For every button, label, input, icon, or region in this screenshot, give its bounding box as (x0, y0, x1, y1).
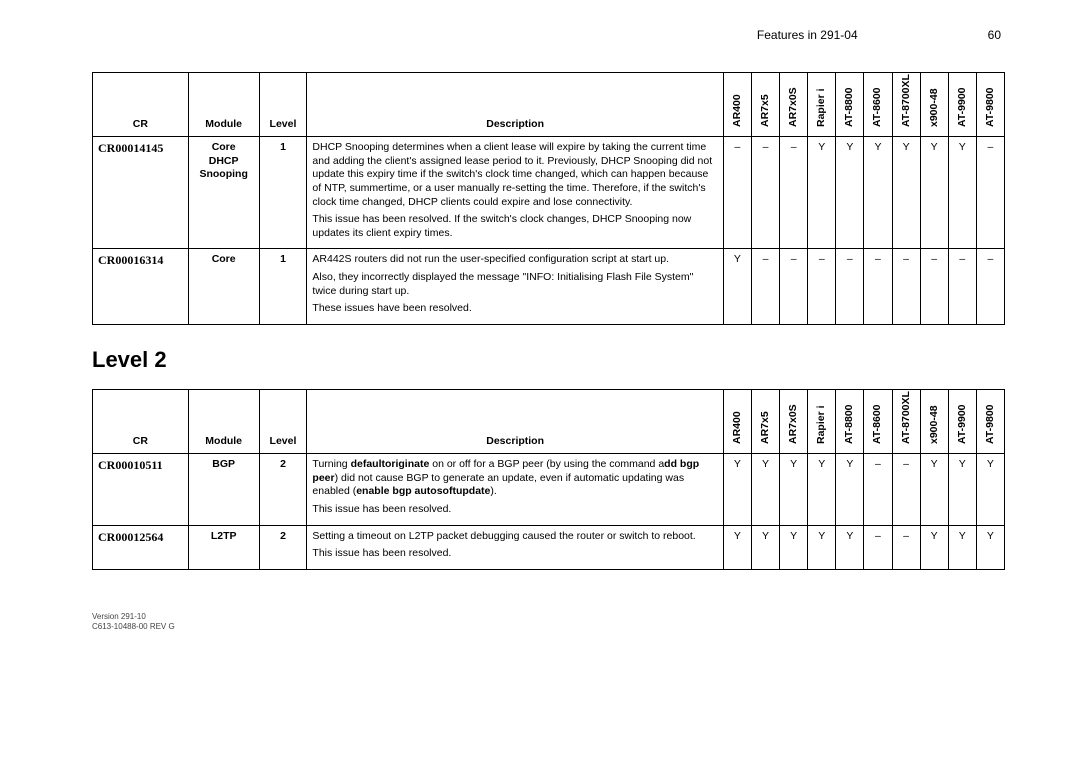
cell-level: 2 (259, 525, 307, 569)
page-footer: Version 291-10 C613-10488-00 REV G (92, 612, 1005, 633)
cell-platform: Y (864, 137, 892, 249)
col-plat-7: x900-48 (920, 73, 948, 137)
cell-platform: – (808, 249, 836, 325)
col-plat-1: AR7x5 (751, 73, 779, 137)
cell-platform: Y (948, 454, 976, 526)
cell-platform: Y (976, 525, 1004, 569)
col-plat-3: Rapier i (808, 73, 836, 137)
features-table-2: CR Module Level Description AR400 AR7x5 … (92, 389, 1005, 570)
cell-description: Turning defaultoriginate on or off for a… (307, 454, 723, 526)
col-plat-3: Rapier i (808, 390, 836, 454)
cell-platform: – (920, 249, 948, 325)
col-desc: Description (307, 390, 723, 454)
cell-module: Core (188, 249, 259, 325)
col-plat-5: AT-8600 (864, 390, 892, 454)
cell-platform: Y (751, 525, 779, 569)
cell-platform: Y (892, 137, 920, 249)
cell-platform: – (751, 249, 779, 325)
cell-cr: CR00014145 (93, 137, 189, 249)
col-plat-2: AR7x0S (780, 73, 808, 137)
header-text: Features in 291-04 (757, 28, 858, 42)
cell-description: DHCP Snooping determines when a client l… (307, 137, 723, 249)
cell-platform: Y (808, 454, 836, 526)
cell-platform: – (976, 249, 1004, 325)
col-plat-9: AT-9800 (976, 73, 1004, 137)
cell-platform: – (780, 249, 808, 325)
col-level: Level (259, 390, 307, 454)
col-desc: Description (307, 73, 723, 137)
col-plat-9: AT-9800 (976, 390, 1004, 454)
cell-platform: – (948, 249, 976, 325)
table-row: CR00010511BGP2Turning defaultoriginate o… (93, 454, 1005, 526)
cell-platform: – (892, 454, 920, 526)
cell-platform: Y (976, 454, 1004, 526)
page-header: Features in 291-04 60 (92, 28, 1005, 42)
col-plat-2: AR7x0S (780, 390, 808, 454)
cell-level: 2 (259, 454, 307, 526)
table-row: CR00016314Core1AR442S routers did not ru… (93, 249, 1005, 325)
cell-platform: Y (920, 137, 948, 249)
cell-platform: Y (920, 525, 948, 569)
table-header-row: CR Module Level Description AR400 AR7x5 … (93, 390, 1005, 454)
cell-platform: – (976, 137, 1004, 249)
col-module: Module (188, 390, 259, 454)
cell-description: AR442S routers did not run the user-spec… (307, 249, 723, 325)
cell-platform: Y (808, 525, 836, 569)
cell-level: 1 (259, 249, 307, 325)
col-plat-4: AT-8800 (836, 390, 864, 454)
table-row: CR00014145CoreDHCPSnooping1DHCP Snooping… (93, 137, 1005, 249)
col-plat-0: AR400 (723, 73, 751, 137)
cell-platform: Y (723, 525, 751, 569)
cell-cr: CR00010511 (93, 454, 189, 526)
cell-platform: Y (780, 525, 808, 569)
cell-platform: Y (836, 137, 864, 249)
footer-document: C613-10488-00 REV G (92, 622, 1005, 632)
cell-platform: – (836, 249, 864, 325)
cell-platform: Y (920, 454, 948, 526)
col-plat-5: AT-8600 (864, 73, 892, 137)
cell-platform: – (751, 137, 779, 249)
cell-platform: – (892, 525, 920, 569)
cell-platform: Y (723, 454, 751, 526)
col-plat-4: AT-8800 (836, 73, 864, 137)
col-module: Module (188, 73, 259, 137)
cell-platform: – (723, 137, 751, 249)
cell-platform: – (864, 525, 892, 569)
cell-platform: – (864, 454, 892, 526)
cell-module: CoreDHCPSnooping (188, 137, 259, 249)
page-number: 60 (988, 28, 1001, 42)
cell-platform: Y (808, 137, 836, 249)
features-table-1: CR Module Level Description AR400 AR7x5 … (92, 72, 1005, 325)
footer-version: Version 291-10 (92, 612, 1005, 622)
table-row: CR00012564L2TP2Setting a timeout on L2TP… (93, 525, 1005, 569)
col-level: Level (259, 73, 307, 137)
col-plat-7: x900-48 (920, 390, 948, 454)
cell-description: Setting a timeout on L2TP packet debuggi… (307, 525, 723, 569)
cell-cr: CR00012564 (93, 525, 189, 569)
table-header-row: CR Module Level Description AR400 AR7x5 … (93, 73, 1005, 137)
col-plat-6: AT-8700XL (892, 73, 920, 137)
cell-module: BGP (188, 454, 259, 526)
cell-platform: Y (723, 249, 751, 325)
col-plat-6: AT-8700XL (892, 390, 920, 454)
cell-platform: Y (948, 525, 976, 569)
col-cr: CR (93, 73, 189, 137)
cell-module: L2TP (188, 525, 259, 569)
cell-platform: – (780, 137, 808, 249)
col-plat-1: AR7x5 (751, 390, 779, 454)
cell-platform: Y (751, 454, 779, 526)
cell-platform: Y (948, 137, 976, 249)
col-cr: CR (93, 390, 189, 454)
cell-platform: Y (780, 454, 808, 526)
cell-platform: Y (836, 525, 864, 569)
cell-cr: CR00016314 (93, 249, 189, 325)
cell-platform: – (864, 249, 892, 325)
col-plat-8: AT-9900 (948, 390, 976, 454)
section-heading: Level 2 (92, 347, 1005, 373)
cell-platform: – (892, 249, 920, 325)
col-plat-8: AT-9900 (948, 73, 976, 137)
cell-platform: Y (836, 454, 864, 526)
col-plat-0: AR400 (723, 390, 751, 454)
cell-level: 1 (259, 137, 307, 249)
